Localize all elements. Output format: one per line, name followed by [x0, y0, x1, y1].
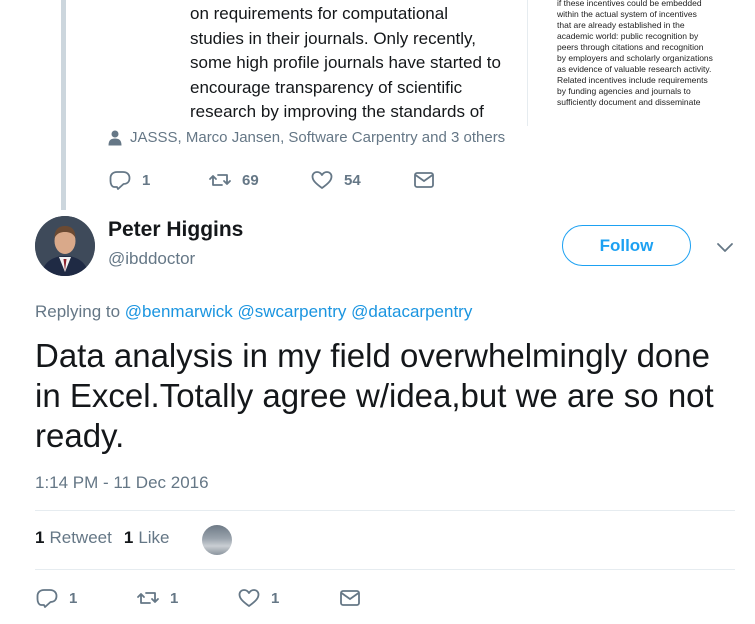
avatar[interactable] — [35, 216, 95, 276]
follow-button[interactable]: Follow — [562, 225, 691, 266]
reply-button[interactable]: 1 — [35, 586, 136, 610]
quote-divider — [527, 0, 528, 126]
like-icon — [311, 171, 333, 189]
mention-link[interactable]: @swcarpentry — [237, 302, 346, 321]
retweet-stat-count: 1 — [35, 528, 45, 547]
quoted-tweet-text: on requirements for computational studie… — [190, 2, 525, 125]
retweet-stat-label: Retweet — [49, 528, 112, 547]
mention-link[interactable]: @benmarwick — [125, 302, 233, 321]
direct-message-button[interactable] — [412, 168, 436, 192]
display-name[interactable]: Peter Higgins — [108, 218, 243, 242]
tagged-people[interactable]: JASSS, Marco Jansen, Software Carpentry … — [108, 129, 505, 146]
like-stat-label: Like — [138, 528, 170, 547]
thread-connector-line — [61, 0, 66, 210]
like-count: 1 — [271, 589, 280, 607]
retweet-button[interactable]: 69 — [208, 168, 310, 192]
retweet-stat[interactable]: 1 Retweet — [35, 528, 112, 548]
chevron-down-icon[interactable] — [716, 238, 734, 256]
replying-to-line: Replying to @benmarwick @swcarpentry @da… — [35, 302, 472, 322]
retweet-count: 1 — [170, 589, 179, 607]
image-text-line: if these incentives could be embedded — [557, 0, 702, 8]
retweet-count: 69 — [242, 171, 259, 189]
image-text-line: sufficiently document and disseminate — [557, 97, 701, 107]
retweet-icon — [209, 174, 231, 186]
tagged-people-label: JASSS, Marco Jansen, Software Carpentry … — [130, 129, 506, 146]
like-button[interactable]: 1 — [237, 586, 338, 610]
quoted-tweet-card[interactable]: on requirements for computational studie… — [160, 0, 740, 126]
avatar-portrait — [35, 216, 95, 276]
image-text-line: peers through citations and recognition — [557, 42, 704, 52]
image-text-line: by funding agencies and journals to — [557, 86, 691, 96]
user-handle[interactable]: @ibddoctor — [108, 249, 195, 269]
tweet-timestamp[interactable]: 1:14 PM - 11 Dec 2016 — [35, 473, 209, 493]
retweet-icon — [137, 592, 159, 604]
like-stat-count: 1 — [123, 528, 134, 547]
tweet-stats: 1 Retweet 1 Like — [35, 528, 170, 548]
direct-message-button[interactable] — [338, 586, 362, 610]
divider — [35, 569, 735, 570]
retweet-button[interactable]: 1 — [136, 586, 237, 610]
like-count: 54 — [344, 171, 361, 189]
person-icon — [108, 130, 122, 145]
message-icon — [414, 172, 434, 188]
reply-icon — [109, 171, 131, 190]
quoted-text-line: some high profile journals have started … — [190, 53, 501, 72]
mention-link[interactable]: @datacarpentry — [351, 302, 472, 321]
image-text-line: academic world: public recognition by — [557, 31, 699, 41]
image-text-line: Related incentives include requirements — [557, 75, 708, 85]
like-stat[interactable]: 1 Like — [124, 528, 170, 548]
like-button[interactable]: 54 — [310, 168, 412, 192]
quoted-text-line: research by improving the standards of — [190, 102, 484, 121]
tweet-action-bar: 1 1 1 — [35, 586, 362, 610]
replying-prefix: Replying to — [35, 302, 121, 321]
quoted-page-image[interactable]: if these incentives could be embedded wi… — [557, 0, 737, 126]
quoted-text-line: encourage transparency of scientific — [190, 77, 463, 97]
quoted-text-line: on requirements for computational — [190, 4, 448, 23]
image-text-line: that are already established in the — [557, 20, 685, 30]
image-text-line: by employers and scholarly organizations — [557, 53, 713, 63]
image-text-line: within the actual system of incentives — [557, 9, 697, 19]
message-icon — [340, 590, 360, 606]
quoted-text-line: studies in their journals. Only recently… — [190, 28, 476, 48]
like-icon — [238, 589, 260, 607]
quoted-action-bar: 1 69 54 — [108, 168, 436, 192]
reply-count: 1 — [142, 171, 151, 189]
image-text-line: as evidence of valuable research activit… — [557, 64, 712, 74]
divider — [35, 510, 735, 511]
reply-icon — [36, 589, 58, 608]
liker-avatar[interactable] — [202, 525, 232, 555]
reply-button[interactable]: 1 — [108, 168, 208, 192]
tweet-text: Data analysis in my field overwhelmingly… — [35, 337, 714, 454]
reply-count: 1 — [69, 589, 78, 607]
